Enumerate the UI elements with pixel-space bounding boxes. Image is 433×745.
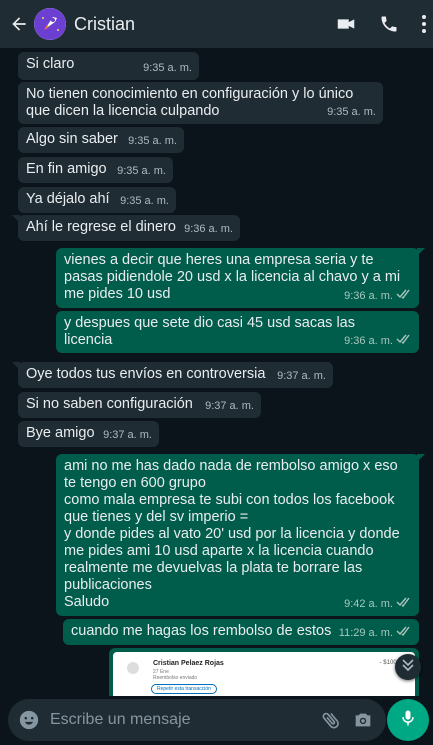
receipt-avatar xyxy=(127,662,139,674)
message-placeholder: Escribe un mensaje xyxy=(50,711,191,728)
message-time: 9:35 a. m. xyxy=(128,135,177,147)
read-receipt-icon xyxy=(396,333,412,350)
bubble-tail xyxy=(417,248,425,256)
message-time: 9:35 a. m. xyxy=(327,106,376,118)
message-text: No tienen conocimiento en configuración … xyxy=(26,86,354,119)
message-outgoing[interactable]: cuando me hagas los rembolso de estos 11… xyxy=(63,619,419,645)
contact-name[interactable]: Cristian xyxy=(74,14,135,35)
message-time: 9:37 a. m. xyxy=(277,370,326,382)
read-receipt-icon xyxy=(396,596,412,613)
message-time: 9:36 a. m. xyxy=(184,223,233,235)
video-call-icon[interactable] xyxy=(335,13,357,35)
message-incoming[interactable]: Oye todos tus envíos en controversia 9:3… xyxy=(12,362,333,388)
read-receipt-icon xyxy=(396,288,412,305)
message-outgoing[interactable]: y despues que sete dio casi 45 usd sacas… xyxy=(56,311,419,353)
message-time: 9:35 a. m. xyxy=(120,195,169,207)
chat-header: Cristian xyxy=(0,0,433,48)
phone-icon[interactable] xyxy=(379,14,399,34)
message-incoming[interactable]: Ya déjalo ahí 9:35 a. m. xyxy=(18,187,176,213)
message-incoming[interactable]: No tienen conocimiento en configuración … xyxy=(18,82,383,124)
message-list[interactable]: Si claro 9:35 a. m. No tienen conocimien… xyxy=(0,48,433,696)
bubble-tail xyxy=(417,454,425,462)
double-chevron-down-icon xyxy=(401,658,415,677)
message-incoming[interactable]: Si no saben configuración 9:37 a. m. xyxy=(18,392,261,418)
message-time: 9:35 a. m. xyxy=(117,165,166,177)
bubble-tail xyxy=(12,215,20,223)
read-receipt-icon xyxy=(396,625,412,642)
microphone-icon xyxy=(398,708,418,733)
emoji-icon[interactable] xyxy=(18,709,40,731)
message-incoming[interactable]: Ahí le regrese el dinero 9:36 a. m. xyxy=(12,215,240,241)
message-incoming[interactable]: Bye amigo 9:37 a. m. xyxy=(18,421,159,447)
scroll-down-button[interactable] xyxy=(395,654,421,680)
message-incoming[interactable]: Algo sin saber 9:35 a. m. xyxy=(18,127,184,153)
message-text: ami no me has dado nada de rembolso amig… xyxy=(64,458,400,610)
message-incoming[interactable]: En fin amigo 9:35 a. m. xyxy=(18,157,173,183)
avatar[interactable] xyxy=(34,8,66,40)
bubble-tail xyxy=(12,362,20,370)
image-message[interactable]: Cristian Pelaez Rojas 27 Ene Reembolso e… xyxy=(109,648,419,696)
attach-icon[interactable] xyxy=(320,709,342,731)
message-time: 9:37 a. m. xyxy=(103,429,152,441)
receipt-image: Cristian Pelaez Rojas 27 Ene Reembolso e… xyxy=(113,652,415,696)
message-composer: Escribe un mensaje xyxy=(0,696,433,745)
receipt-name: Cristian Pelaez Rojas xyxy=(153,660,224,667)
message-outgoing[interactable]: vienes a decir que heres una empresa ser… xyxy=(56,248,425,308)
camera-icon[interactable] xyxy=(352,709,374,731)
message-time: 9:42 a. m. xyxy=(344,598,393,610)
message-time: 11:29 a. m. xyxy=(338,627,393,639)
receipt-status: Reembolso enviado xyxy=(153,675,198,681)
message-time: 9:35 a. m. xyxy=(143,62,192,74)
more-options-icon[interactable] xyxy=(421,14,427,34)
message-outgoing[interactable]: ami no me has dado nada de rembolso amig… xyxy=(56,454,425,616)
message-time: 9:36 a. m. xyxy=(344,335,393,347)
message-input[interactable]: Escribe un mensaje xyxy=(8,699,386,741)
receipt-button: Repetir esta transacción xyxy=(151,684,217,694)
back-arrow-icon[interactable] xyxy=(8,13,30,35)
mic-button[interactable] xyxy=(387,699,429,741)
message-time: 9:36 a. m. xyxy=(344,290,393,302)
message-time: 9:37 a. m. xyxy=(205,400,254,412)
message-incoming[interactable]: Si claro 9:35 a. m. xyxy=(18,52,199,80)
